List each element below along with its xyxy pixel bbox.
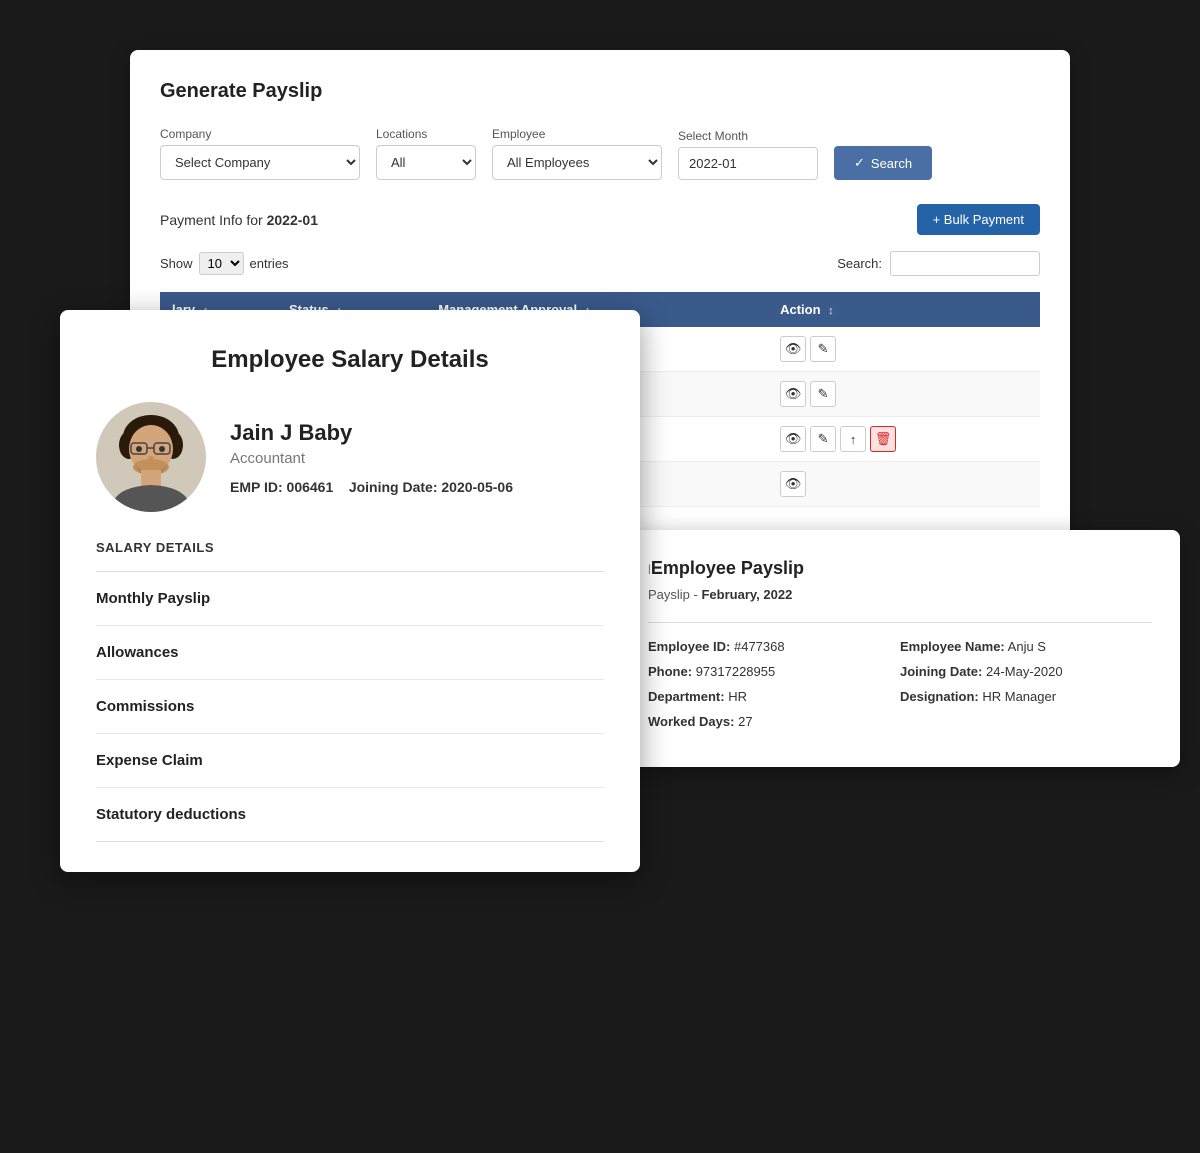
search-button[interactable]: ✓ Search xyxy=(834,146,932,180)
employee-meta: EMP ID: 006461 Joining Date: 2020-05-06 xyxy=(230,479,513,495)
salary-item-commissions[interactable]: Commissions xyxy=(96,680,604,734)
avatar xyxy=(96,402,206,512)
salary-section-title: SALARY DETAILS xyxy=(96,540,604,555)
payslip-details: Employee ID: #477368 Employee Name: Anju… xyxy=(648,622,1152,729)
payslip-panel-title: lEmployee Payslip xyxy=(648,558,1152,579)
payment-info-text: Payment Info for 2022-01 xyxy=(160,212,318,228)
show-label: Show xyxy=(160,256,193,271)
detail-row-dept-desig: Department: HR Designation: HR Manager xyxy=(648,689,1152,704)
employee-select[interactable]: All Employees xyxy=(492,145,662,180)
cell-action: 👁 ✎ xyxy=(768,327,1040,372)
employee-role: Accountant xyxy=(230,450,513,467)
edit-icon[interactable]: ✎ xyxy=(810,336,836,362)
salary-details-panel: Employee Salary Details xyxy=(60,310,640,872)
cell-action: 👁 xyxy=(768,462,1040,507)
detail-row-id-name: Employee ID: #477368 Employee Name: Anju… xyxy=(648,639,1152,654)
table-search-row: Search: xyxy=(837,251,1040,276)
avatar-image xyxy=(101,407,201,512)
sort-icon-action: ↕ xyxy=(828,305,834,317)
locations-select[interactable]: All xyxy=(376,145,476,180)
entries-label: entries xyxy=(250,256,289,271)
month-filter-group: Select Month xyxy=(678,129,818,180)
locations-label: Locations xyxy=(376,127,476,141)
employee-payslip-panel: lEmployee Payslip Payslip - February, 20… xyxy=(620,530,1180,767)
employee-label: Employee xyxy=(492,127,662,141)
view-icon[interactable]: 👁 xyxy=(780,381,806,407)
employee-name: Jain J Baby xyxy=(230,420,513,446)
cell-action: 👁 ✎ xyxy=(768,372,1040,417)
view-icon[interactable]: 👁 xyxy=(780,336,806,362)
col-action[interactable]: Action ↕ xyxy=(768,292,1040,327)
detail-row-phone-date: Phone: 97317228955 Joining Date: 24-May-… xyxy=(648,664,1152,679)
salary-panel-title: Employee Salary Details xyxy=(96,346,604,374)
panel-title: Generate Payslip xyxy=(160,80,1040,103)
employee-info: Jain J Baby Accountant EMP ID: 006461 Jo… xyxy=(230,420,513,495)
detail-row-worked: Worked Days: 27 xyxy=(648,714,1152,729)
delete-icon[interactable]: 🗑 xyxy=(870,426,896,452)
filter-row: Company Select Company Locations All Emp… xyxy=(160,127,1040,180)
employee-name-cell: Employee Name: Anju S xyxy=(900,639,1152,654)
phone-cell: Phone: 97317228955 xyxy=(648,664,900,679)
month-input[interactable] xyxy=(678,147,818,180)
month-label: Select Month xyxy=(678,129,818,143)
upload-icon[interactable]: ↑ xyxy=(840,426,866,452)
employee-id-cell: Employee ID: #477368 xyxy=(648,639,900,654)
payslip-subtitle: Payslip - February, 2022 xyxy=(648,587,1152,602)
search-text-label: Search: xyxy=(837,256,882,271)
employee-filter-group: Employee All Employees xyxy=(492,127,662,180)
worked-days-cell: Worked Days: 27 xyxy=(648,714,1152,729)
company-label: Company xyxy=(160,127,360,141)
employee-profile: Jain J Baby Accountant EMP ID: 006461 Jo… xyxy=(96,402,604,512)
department-cell: Department: HR xyxy=(648,689,900,704)
entries-select[interactable]: 10 xyxy=(199,252,244,275)
edit-icon[interactable]: ✎ xyxy=(810,381,836,407)
salary-items-list: Monthly Payslip Allowances Commissions E… xyxy=(96,571,604,842)
view-icon[interactable]: 👁 xyxy=(780,471,806,497)
search-check-icon: ✓ xyxy=(854,155,865,171)
company-filter-group: Company Select Company xyxy=(160,127,360,180)
company-select[interactable]: Select Company xyxy=(160,145,360,180)
cell-action: 👁 ✎ ↑ 🗑 xyxy=(768,417,1040,462)
edit-icon[interactable]: ✎ xyxy=(810,426,836,452)
bulk-payment-button[interactable]: + Bulk Payment xyxy=(917,204,1040,235)
view-icon[interactable]: 👁 xyxy=(780,426,806,452)
designation-cell: Designation: HR Manager xyxy=(900,689,1152,704)
joining-date-cell: Joining Date: 24-May-2020 xyxy=(900,664,1152,679)
salary-item-statutory-deductions[interactable]: Statutory deductions xyxy=(96,788,604,842)
show-entries-row: Show 10 entries xyxy=(160,252,289,275)
salary-item-allowances[interactable]: Allowances xyxy=(96,626,604,680)
locations-filter-group: Locations All xyxy=(376,127,476,180)
payment-info-bar: Payment Info for 2022-01 + Bulk Payment xyxy=(160,204,1040,235)
table-search-input[interactable] xyxy=(890,251,1040,276)
salary-item-expense-claim[interactable]: Expense Claim xyxy=(96,734,604,788)
salary-item-monthly-payslip[interactable]: Monthly Payslip xyxy=(96,572,604,626)
